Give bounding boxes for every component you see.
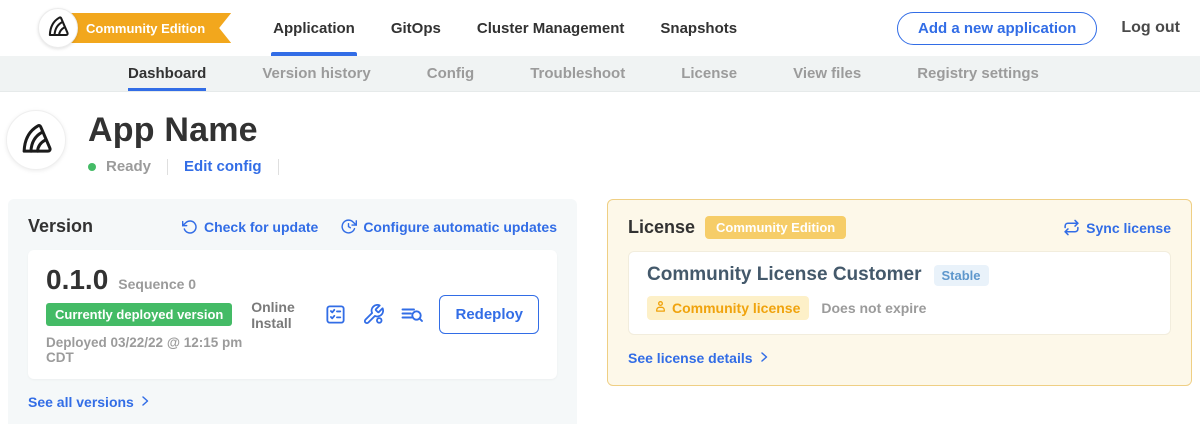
version-card: Version Check for update (8, 199, 577, 424)
version-number-row: 0.1.0 Sequence 0 (46, 264, 251, 296)
check-for-update-link[interactable]: Check for update (182, 219, 318, 235)
license-card: License Community Edition Sync license (607, 199, 1192, 386)
subnav-view-files[interactable]: View files (793, 56, 861, 91)
tab-cluster-management[interactable]: Cluster Management (477, 0, 625, 56)
subnav-config[interactable]: Config (427, 56, 474, 91)
user-icon (654, 300, 667, 316)
version-card-header: Version Check for update (28, 216, 557, 237)
subnav-license[interactable]: License (681, 56, 737, 91)
configure-automatic-updates-label: Configure automatic updates (363, 219, 557, 235)
license-meta-row: Community license Does not expire (647, 296, 1152, 320)
configure-automatic-updates-link[interactable]: Configure automatic updates (340, 218, 557, 235)
subnav-version-history[interactable]: Version history (262, 56, 370, 91)
subnav-troubleshoot[interactable]: Troubleshoot (530, 56, 625, 91)
see-all-versions-link[interactable]: See all versions (28, 394, 151, 410)
configure-updates-icon (340, 218, 357, 235)
app-subnav: Dashboard Version history Config Trouble… (0, 56, 1200, 92)
app-name-heading: App Name (88, 112, 285, 149)
sync-license-label: Sync license (1086, 220, 1171, 236)
top-navbar: Community Edition Application GitOps Clu… (0, 0, 1200, 56)
tab-snapshots[interactable]: Snapshots (660, 0, 737, 56)
customer-name: Community License Customer (647, 264, 922, 286)
app-title-block: App Name Ready Edit config (88, 110, 285, 175)
tab-gitops[interactable]: GitOps (391, 0, 441, 56)
community-edition-badge: Community Edition (705, 216, 846, 239)
currently-deployed-badge: Currently deployed version (46, 303, 232, 326)
app-status-row: Ready Edit config (88, 158, 285, 175)
divider (167, 159, 168, 175)
app-icon (6, 110, 66, 170)
channel-badge: Stable (934, 265, 989, 286)
version-card-title: Version (28, 216, 93, 237)
see-license-details-label: See license details (628, 350, 753, 366)
add-new-application-button[interactable]: Add a new application (897, 12, 1097, 45)
check-for-update-label: Check for update (204, 219, 318, 235)
brand: Community Edition (38, 8, 231, 48)
license-details-panel: Community License Customer Stable Commun… (628, 251, 1171, 335)
chevron-right-icon (758, 350, 770, 366)
status-ready-dot (88, 163, 96, 171)
license-card-title: License (628, 217, 695, 238)
replicated-logo-icon (17, 119, 55, 162)
community-edition-banner: Community Edition (60, 13, 231, 43)
sequence-label: Sequence 0 (118, 276, 196, 292)
version-info: 0.1.0 Sequence 0 Currently deployed vers… (46, 264, 251, 365)
version-number: 0.1.0 (46, 264, 108, 296)
preflight-checks-icon[interactable] (324, 303, 347, 326)
current-version-panel: 0.1.0 Sequence 0 Currently deployed vers… (28, 250, 557, 379)
install-type-label: Online Install (251, 299, 307, 331)
check-update-icon (182, 219, 198, 235)
version-actions: Online Install (251, 295, 539, 334)
license-card-actions: Sync license (1063, 219, 1171, 236)
license-type-badge: Community license (647, 296, 809, 320)
divider (278, 159, 279, 175)
version-card-actions: Check for update Configure automatic upd… (182, 218, 557, 235)
app-header: App Name Ready Edit config (0, 92, 1200, 175)
subnav-registry-settings[interactable]: Registry settings (917, 56, 1039, 91)
sync-license-link[interactable]: Sync license (1063, 219, 1171, 236)
topbar-right: Add a new application Log out (897, 12, 1180, 45)
view-diff-icon[interactable] (400, 303, 424, 327)
config-wrench-icon[interactable] (362, 303, 385, 326)
license-card-header: License Community Edition Sync license (628, 216, 1171, 239)
subnav-dashboard[interactable]: Dashboard (128, 56, 206, 91)
see-license-details-link[interactable]: See license details (628, 350, 770, 366)
deployed-timestamp: Deployed 03/22/22 @ 12:15 pm CDT (46, 335, 251, 365)
logout-link[interactable]: Log out (1121, 19, 1180, 37)
customer-row: Community License Customer Stable (647, 264, 1152, 286)
admin-console-page: Community Edition Application GitOps Clu… (0, 0, 1200, 424)
see-all-versions-label: See all versions (28, 394, 134, 410)
replicated-logo-badge[interactable] (38, 8, 78, 48)
replicated-logo-icon (45, 13, 71, 44)
edit-config-link[interactable]: Edit config (184, 158, 262, 175)
license-type-label: Community license (672, 300, 800, 316)
expiry-text: Does not expire (821, 300, 926, 316)
chevron-right-icon (139, 394, 151, 410)
sync-icon (1063, 219, 1080, 236)
tab-application[interactable]: Application (273, 0, 355, 56)
redeploy-button[interactable]: Redeploy (439, 295, 539, 334)
status-text: Ready (106, 158, 151, 175)
top-tabs: Application GitOps Cluster Management Sn… (273, 0, 737, 56)
dashboard-cards: Version Check for update (0, 199, 1200, 424)
